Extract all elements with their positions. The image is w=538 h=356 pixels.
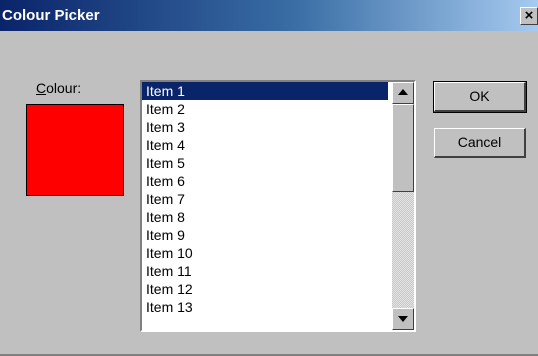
scroll-down-button[interactable] [392,308,414,330]
list-item[interactable]: Item 10 [142,244,388,262]
vertical-scrollbar[interactable] [392,82,414,330]
list-item[interactable]: Item 3 [142,118,388,136]
arrow-up-icon [398,89,408,95]
colour-label-text: olour: [46,80,82,96]
list-item[interactable]: Item 6 [142,172,388,190]
list-item[interactable]: Item 11 [142,262,388,280]
list-item[interactable]: Item 2 [142,100,388,118]
list-item[interactable]: Item 13 [142,298,388,316]
list-item-selected[interactable]: Item 1 [142,82,388,100]
list-item[interactable]: Item 8 [142,208,388,226]
scroll-up-button[interactable] [392,82,414,104]
title-bar[interactable]: Colour Picker × [0,0,538,31]
listbox-items: Item 1 Item 2 Item 3 Item 4 Item 5 Item 6 Item… [142,82,388,330]
item-listbox[interactable]: Item 1 Item 2 Item 3 Item 4 Item 5 Item 6 Item… [140,80,416,332]
scrollbar-thumb[interactable] [392,104,414,192]
cancel-button[interactable]: Cancel [434,128,526,158]
list-item[interactable]: Item 12 [142,280,388,298]
colour-label: Colour: [36,80,81,96]
arrow-down-icon [398,316,408,322]
list-item[interactable]: Item 5 [142,154,388,172]
colour-picker-dialog: Colour Picker × Colour: Item 1 Item 2 Item… [0,0,538,356]
list-item[interactable]: Item 9 [142,226,388,244]
close-icon: × [524,7,534,24]
list-item[interactable]: Item 4 [142,136,388,154]
window-title: Colour Picker [2,7,100,24]
ok-button[interactable]: OK [433,81,527,113]
colour-swatch [26,104,124,196]
list-item[interactable]: Item 7 [142,190,388,208]
colour-label-accelerator: C [36,80,47,96]
close-button[interactable]: × [520,7,538,25]
